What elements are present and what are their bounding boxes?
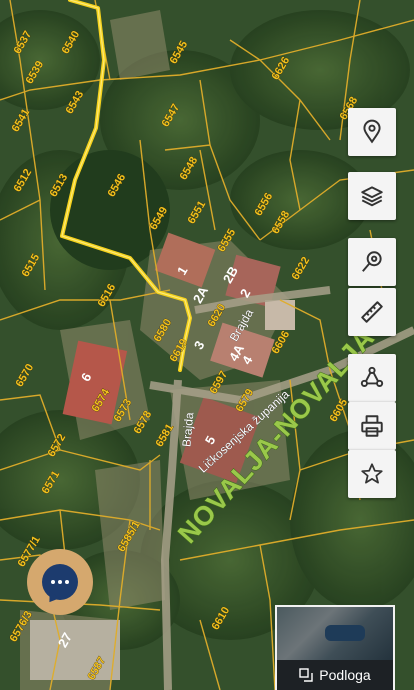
- share-button[interactable]: [348, 354, 396, 402]
- layers-icon: [361, 186, 383, 207]
- measure-button[interactable]: [348, 288, 396, 336]
- ruler-icon: [361, 301, 383, 323]
- search-location-icon: [362, 251, 382, 272]
- search-location-button[interactable]: [348, 238, 396, 286]
- print-button[interactable]: [348, 402, 396, 450]
- layers-button[interactable]: [348, 172, 396, 220]
- chat-button[interactable]: [27, 549, 93, 615]
- chat-bubble-icon: [42, 564, 78, 600]
- basemap-switcher[interactable]: Podloga: [275, 605, 395, 690]
- share-icon: [360, 366, 384, 387]
- favorite-button[interactable]: [348, 450, 396, 498]
- location-pin-icon: [363, 119, 381, 144]
- favorite-star-icon: [361, 463, 383, 484]
- basemap-thumbnail: [277, 607, 393, 661]
- basemap-label: Podloga: [319, 667, 371, 683]
- printer-icon: [361, 415, 383, 437]
- basemap-switch-icon: [299, 668, 313, 682]
- location-button[interactable]: [348, 108, 396, 156]
